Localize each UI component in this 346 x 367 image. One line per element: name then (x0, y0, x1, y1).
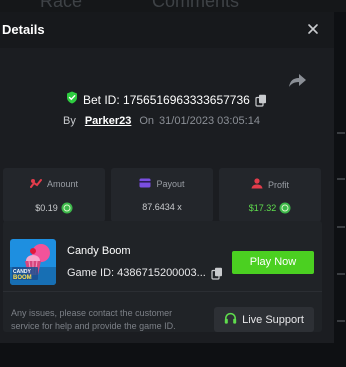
coin-icon (279, 202, 291, 214)
stat-value: 87.6434 x (142, 202, 182, 212)
background-fragment (337, 226, 345, 228)
stat-label: Payout (156, 179, 185, 189)
game-thumbnail[interactable]: CANDY BOOM (10, 239, 56, 285)
bet-date: 31/01/2023 03:05:14 (159, 115, 260, 127)
background-tab-comments: Comments (152, 0, 240, 11)
live-support-button[interactable]: Live Support (214, 307, 314, 332)
game-id-text: Game ID: 4386715200003... (67, 267, 206, 279)
play-now-button[interactable]: Play Now (232, 251, 314, 274)
live-support-label: Live Support (242, 313, 304, 326)
stat-card-amount: Amount $0.19 (3, 168, 105, 222)
profit-icon (251, 178, 263, 191)
stat-label: Profit (267, 179, 289, 190)
close-icon[interactable] (305, 21, 321, 37)
background-fragment (337, 178, 345, 180)
stat-label: Amount (46, 179, 79, 189)
bet-id-row: Bet ID: 1756516963333657736 (66, 91, 267, 109)
shield-check-icon (66, 91, 78, 109)
background-tab-bar: Race Comments (0, 0, 346, 12)
username-link[interactable]: Parker23 (85, 115, 132, 127)
stat-value: $0.19 (35, 203, 58, 213)
on-label: On (139, 115, 155, 127)
bet-meta-row: By Parker23 On 31/01/2023 03:05:14 (63, 113, 260, 129)
amount-icon (29, 178, 42, 190)
background-fragment (337, 273, 345, 275)
stat-card-profit: Profit $17.32 (219, 168, 321, 222)
modal-header: Details (0, 12, 334, 48)
background-fragment (337, 132, 345, 134)
game-id-row: Game ID: 4386715200003... (67, 265, 223, 281)
background-tab-race: Race (40, 0, 83, 11)
stat-value: $17.32 (248, 203, 277, 213)
payout-icon (139, 178, 151, 190)
share-arrow-icon[interactable] (288, 71, 308, 89)
stat-card-payout: Payout 87.6434 x (111, 168, 213, 222)
coin-icon (61, 202, 73, 214)
divider (3, 291, 322, 292)
game-name: Candy Boom (67, 245, 131, 257)
background-fragment (337, 320, 345, 322)
bet-id-text: Bet ID: 1756516963333657736 (83, 93, 250, 107)
by-label: By (63, 115, 76, 127)
headset-icon (224, 312, 237, 328)
copy-game-id-icon[interactable] (211, 267, 223, 280)
modal-title: Details (2, 22, 45, 37)
svg-text:BOOM: BOOM (13, 275, 32, 281)
copy-bet-id-icon[interactable] (255, 94, 267, 107)
support-notice: Any issues, please contact the customer … (11, 308, 176, 331)
